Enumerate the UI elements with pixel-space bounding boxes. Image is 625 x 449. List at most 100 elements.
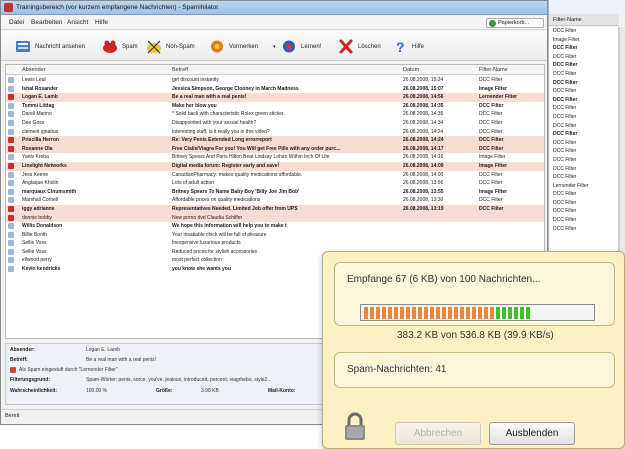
filter-cell: Lernender Filter <box>479 94 518 101</box>
papierkorb-label: Papierkorb... <box>498 20 530 26</box>
spam-mark-icon <box>8 162 14 169</box>
side-list-item[interactable]: DCC Filter <box>549 87 618 96</box>
side-list-item[interactable]: DCC Filter <box>549 44 618 53</box>
view-message-button[interactable]: Nachricht ansehen <box>15 39 107 55</box>
recycle-icon <box>489 20 496 27</box>
progress-segment <box>460 307 464 319</box>
side-list-item[interactable]: DCC Filter <box>549 147 618 156</box>
non-spam-button[interactable]: Non-Spam <box>146 39 204 55</box>
menu-hilfe[interactable]: Hilfe <box>95 19 108 26</box>
lernen-button[interactable]: Lernen! <box>281 39 333 55</box>
table-row[interactable]: Billie Booth Your insatiable chick will b… <box>6 231 544 240</box>
header-absender[interactable]: Absender <box>22 67 46 73</box>
progress-segment <box>406 307 410 319</box>
menu-ansicht[interactable]: Ansicht <box>67 19 88 26</box>
header-filter-name[interactable]: Filter-Name <box>479 67 508 73</box>
filter-cell: Image Filter <box>479 188 508 195</box>
side-list-item[interactable]: DCC Filter <box>549 199 618 208</box>
side-list-item[interactable]: DCC Filter <box>549 190 618 199</box>
table-row[interactable]: clement ignatius Interesting stuff, is it… <box>6 128 544 137</box>
title-bar: Trainingsbereich (vor kurzem empfangene … <box>1 1 547 15</box>
side-list-item[interactable]: DCC Filter <box>549 104 618 113</box>
progress-segment <box>496 307 500 319</box>
header-betreff[interactable]: Betreff <box>172 67 188 73</box>
header-datum[interactable]: Datum <box>403 67 419 73</box>
table-row[interactable]: Sellie Voss Inexpensive luxurious product… <box>6 239 544 248</box>
side-list-item[interactable]: DCC Filter <box>549 61 618 70</box>
side-list-item[interactable]: DCC Filter <box>549 96 618 105</box>
hilfe-button[interactable]: ? Hilfe <box>392 39 432 55</box>
subject-cell: New porno dvd Claudia Schiffer <box>172 214 243 221</box>
date-cell: 26.08.2008, 13:56 <box>403 180 444 187</box>
side-list-item[interactable]: DCC Filter <box>549 70 618 79</box>
vormerken-button[interactable]: Vormerken ▾ <box>209 39 276 55</box>
table-row[interactable]: Anglaque Kholin Lots of adult action 26.08… <box>6 179 544 188</box>
table-row[interactable]: Ishal Rosander Jessica Simpson, George Cl… <box>6 85 544 94</box>
side-scrollbar[interactable] <box>619 27 625 267</box>
progress-segment <box>520 307 524 319</box>
spam-button[interactable]: Spam <box>102 39 142 55</box>
progress-segment <box>562 307 566 319</box>
side-list-item[interactable]: DCC Filter <box>549 79 618 88</box>
side-list-item[interactable]: DCC Filter <box>549 207 618 216</box>
spam-mark-icon <box>8 137 14 144</box>
table-row[interactable]: Darell Marino * Solid back with character… <box>6 110 544 119</box>
app-icon <box>4 3 13 12</box>
table-row[interactable]: Marshall Cornell Affordable prices on qua… <box>6 196 544 205</box>
progress-box: Empfange 67 (6 KB) von 100 Nachrichten..… <box>334 262 615 341</box>
warning-icon <box>10 367 16 373</box>
table-row[interactable]: marquaux Clnumsmith Britney Spears To Nam… <box>6 188 544 197</box>
side-list-item[interactable]: DCC Filter <box>549 225 618 234</box>
table-row[interactable]: Tommi Liittag Make her blow you 26.08.2008… <box>6 102 544 111</box>
side-list-item[interactable]: DCC Filter <box>549 216 618 225</box>
progress-segment <box>526 307 530 319</box>
wahrscheinlichkeit-label: Wahrscheinlichkeit: <box>10 388 58 394</box>
spam-mark-icon <box>8 145 14 152</box>
sender-cell: Tommi Liittag <box>22 102 55 109</box>
subject-cell: Inexpensive luxurious products <box>172 240 241 247</box>
ausblenden-button[interactable]: Ausblenden <box>489 422 575 445</box>
papierkorb-button[interactable]: Papierkorb... <box>486 18 544 28</box>
table-row[interactable]: Roxanne Ola Free Cialis/Viagra For you! Y… <box>6 144 544 154</box>
table-row[interactable]: Jess Keene CanadianPharmacy: makes qualit… <box>6 171 544 180</box>
progress-segment <box>472 307 476 319</box>
delete-icon <box>339 39 353 54</box>
side-list-item[interactable]: DCC Filter <box>549 173 618 182</box>
filter-cell: DCC Filter <box>479 145 504 152</box>
table-row[interactable]: Yaniv Kreba Britney Spears And Paris Hilt… <box>6 153 544 162</box>
date-cell: 26.08.2008, 14:00 <box>403 171 444 178</box>
side-list-item[interactable]: DCC Filter <box>549 27 618 36</box>
menu-datei[interactable]: Datei <box>9 19 24 26</box>
side-list-item[interactable]: DCC Filter <box>549 53 618 62</box>
abbrechen-button[interactable]: Abbrechen <box>395 422 481 445</box>
side-header[interactable]: Filter-Name <box>549 14 619 26</box>
chevron-down-icon[interactable]: ▾ <box>273 44 276 50</box>
table-row[interactable]: Lewis Leal get discount instantly 26.08.20… <box>6 76 544 85</box>
menu-bar: Datei Bearbeiten Ansicht Hilfe Papierkor… <box>1 16 547 30</box>
side-list-item[interactable]: DCC Filter <box>549 139 618 148</box>
side-list-item[interactable]: DCC Filter <box>549 130 618 139</box>
loeschen-button[interactable]: Löschen <box>338 39 388 55</box>
progress-segment <box>514 307 518 319</box>
side-list-item[interactable]: Lernender Filter <box>549 182 618 191</box>
side-list-item[interactable]: DCC Filter <box>549 122 618 131</box>
table-row[interactable]: donnie bobby New porno dvd Claudia Schiff… <box>6 213 544 223</box>
status-text: Bereit <box>5 413 20 419</box>
progress-segment <box>454 307 458 319</box>
side-list-item[interactable]: DCC Filter <box>549 156 618 165</box>
filterungsgrund-value: Spam-Wörter: penis, sorce, you've, jealo… <box>86 377 272 383</box>
table-row[interactable]: iggy adrianne Representatives Needed. Lim… <box>6 204 544 214</box>
table-row[interactable]: Logan E. Lamb Be a real man with a real p… <box>6 93 544 102</box>
table-row[interactable]: Priscilla Herron Re: Very Penis Extended … <box>6 136 544 145</box>
message-icon <box>8 223 14 230</box>
table-row[interactable]: Willis Donaldson We hope this information… <box>6 222 544 231</box>
sender-cell: donnie bobby <box>22 214 53 221</box>
side-list-item[interactable]: Image Filter <box>549 36 618 45</box>
date-cell: 26.08.2008, 14:56 <box>403 94 444 101</box>
subject-cell: Be a real man with a real penis! <box>172 94 247 101</box>
table-row[interactable]: Linelight Networks Digital media forum: R… <box>6 161 544 171</box>
side-list-item[interactable]: DCC Filter <box>549 165 618 174</box>
side-list-item[interactable]: DCC Filter <box>549 113 618 122</box>
table-row[interactable]: Dee Goss Disappointed with your sexual he… <box>6 119 544 128</box>
menu-bearbeiten[interactable]: Bearbeiten <box>31 19 62 26</box>
